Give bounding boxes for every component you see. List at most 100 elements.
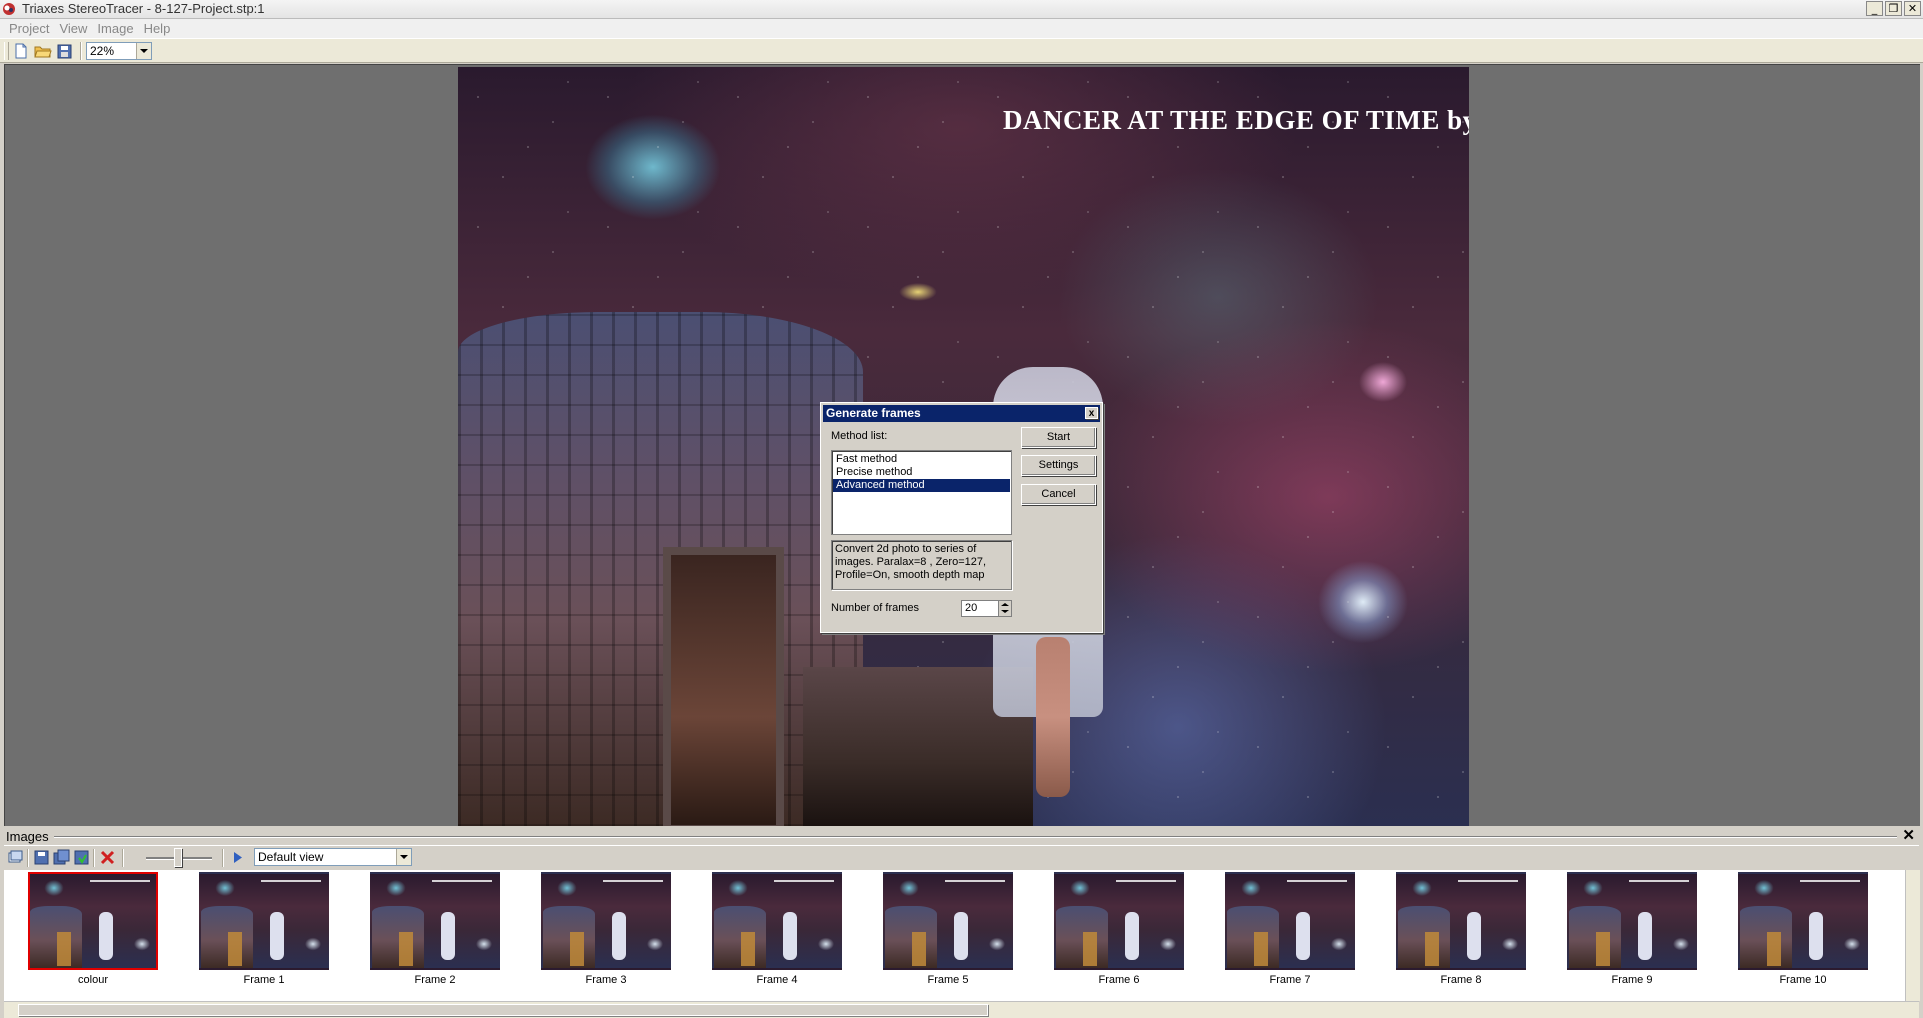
thumbnail-title-mark — [1800, 880, 1860, 882]
thumbnail-image[interactable] — [541, 872, 671, 970]
thumbnail-item[interactable]: Frame 2 — [370, 872, 500, 986]
save-project-icon[interactable] — [55, 42, 74, 60]
thumbnails-view-icon[interactable] — [7, 849, 24, 866]
app-icon — [3, 3, 15, 15]
thumbnail-temple — [201, 906, 253, 968]
method-item-precise[interactable]: Precise method — [833, 466, 1010, 479]
thumbnail-temple — [543, 906, 595, 968]
thumbnail-item[interactable]: Frame 9 — [1567, 872, 1697, 986]
frames-count-stepper[interactable]: 20 — [961, 600, 1012, 617]
thumbnail-image[interactable] — [1225, 872, 1355, 970]
thumbnail-item[interactable]: Frame 3 — [541, 872, 671, 986]
images-panel-close-button[interactable]: ✕ — [1902, 828, 1915, 844]
menu-project[interactable]: Project — [4, 19, 54, 38]
thumbnail-item[interactable]: Frame 8 — [1396, 872, 1526, 986]
panel-divider — [54, 836, 1897, 838]
thumbnail-strip: colour Frame 1 Frame 2 Frame 3 Frame 4 Frame … — [4, 870, 1919, 1001]
thumbnail-item[interactable]: Frame 7 — [1225, 872, 1355, 986]
cancel-button[interactable]: Cancel — [1021, 484, 1096, 505]
start-button[interactable]: Start — [1021, 427, 1096, 448]
toolbar-grip[interactable] — [4, 42, 9, 60]
images-panel-title: Images — [6, 829, 49, 844]
thumbnail-image[interactable] — [28, 872, 158, 970]
maximize-button[interactable]: ❐ — [1885, 1, 1902, 16]
thumbnail-image[interactable] — [1738, 872, 1868, 970]
thumbnail-item[interactable]: Frame 5 — [883, 872, 1013, 986]
stepper-down-icon[interactable] — [1001, 610, 1009, 613]
thumbnail-label: colour — [78, 974, 108, 986]
scrollbar-thumb[interactable] — [18, 1004, 988, 1016]
thumbnail-title-mark — [603, 880, 663, 882]
thumbnail-item[interactable]: colour — [28, 872, 158, 986]
delete-icon[interactable] — [99, 849, 116, 866]
close-window-button[interactable]: ✕ — [1904, 1, 1921, 16]
thumbnail-door — [1254, 932, 1268, 966]
open-folder-icon[interactable] — [33, 42, 52, 60]
thumbnail-door — [1596, 932, 1610, 966]
thumbnail-dancer — [99, 912, 113, 960]
thumbnail-title-mark — [1287, 880, 1347, 882]
thumbnail-item[interactable]: Frame 6 — [1054, 872, 1184, 986]
thumbnail-temple — [372, 906, 424, 968]
thumbnail-title-mark — [261, 880, 321, 882]
thumbnail-label: Frame 4 — [756, 974, 798, 986]
main-toolbar: 22% — [0, 38, 1923, 63]
thumbnail-title-mark — [774, 880, 834, 882]
zoom-select[interactable]: 22% — [86, 42, 152, 60]
chevron-down-icon[interactable] — [136, 43, 151, 59]
dialog-close-button[interactable]: x — [1085, 407, 1098, 419]
images-panel-header: Images ✕ — [4, 828, 1919, 846]
settings-button[interactable]: Settings — [1021, 455, 1096, 476]
thumbnail-temple — [1398, 906, 1450, 968]
thumbnail-label: Frame 1 — [243, 974, 285, 986]
thumbnail-temple — [1056, 906, 1108, 968]
thumbnail-title-mark — [1116, 880, 1176, 882]
thumbnail-image[interactable] — [1567, 872, 1697, 970]
thumbnail-item[interactable]: Frame 4 — [712, 872, 842, 986]
thumbnail-door — [570, 932, 584, 966]
save-image-icon[interactable] — [33, 849, 50, 866]
method-item-advanced[interactable]: Advanced method — [833, 479, 1010, 492]
chevron-down-icon[interactable] — [396, 849, 411, 865]
dialog-title: Generate frames — [826, 406, 921, 420]
thumbnail-dancer — [783, 912, 797, 960]
menu-help[interactable]: Help — [139, 19, 176, 38]
view-select[interactable]: Default view — [254, 848, 412, 866]
thumbnail-item[interactable]: Frame 10 — [1738, 872, 1868, 986]
thumbnail-temple — [1227, 906, 1279, 968]
menu-view[interactable]: View — [54, 19, 92, 38]
play-icon[interactable] — [229, 849, 246, 866]
thumbnail-item[interactable]: Frame 1 — [199, 872, 329, 986]
thumbnail-image[interactable] — [1054, 872, 1184, 970]
horizontal-scrollbar[interactable] — [4, 1001, 1919, 1018]
thumbnail-label: Frame 10 — [1779, 974, 1827, 986]
strip-scroll-edge[interactable] — [1905, 870, 1920, 1001]
minimize-button[interactable]: _ — [1866, 1, 1883, 16]
thumbnail-image[interactable] — [370, 872, 500, 970]
thumbnail-label: Frame 3 — [585, 974, 627, 986]
export-image-icon[interactable] — [73, 849, 90, 866]
slider-handle[interactable] — [174, 848, 182, 867]
menu-image[interactable]: Image — [92, 19, 138, 38]
thumbnail-label: Frame 8 — [1440, 974, 1482, 986]
thumbnail-title-mark — [90, 880, 150, 882]
frames-count-value: 20 — [965, 602, 978, 614]
thumbnail-temple — [885, 906, 937, 968]
window-controls: _ ❐ ✕ — [1866, 1, 1921, 16]
window-titlebar: Triaxes StereoTracer - 8-127-Project.stp… — [0, 0, 1923, 19]
thumbnail-dancer — [1638, 912, 1652, 960]
thumbnail-image[interactable] — [199, 872, 329, 970]
thumbnail-image[interactable] — [1396, 872, 1526, 970]
thumbnail-door — [741, 932, 755, 966]
toolbar-separator — [122, 849, 124, 867]
new-document-icon[interactable] — [11, 42, 30, 60]
thumbnail-image[interactable] — [712, 872, 842, 970]
stepper-arrows[interactable] — [998, 601, 1011, 616]
method-list[interactable]: Fast method Precise method Advanced meth… — [831, 450, 1012, 535]
toolbar-separator — [80, 42, 82, 60]
save-all-icon[interactable] — [53, 849, 70, 866]
stepper-up-icon[interactable] — [1001, 603, 1009, 606]
thumbnail-image[interactable] — [883, 872, 1013, 970]
method-item-fast[interactable]: Fast method — [833, 453, 1010, 466]
thumbnail-door — [1425, 932, 1439, 966]
